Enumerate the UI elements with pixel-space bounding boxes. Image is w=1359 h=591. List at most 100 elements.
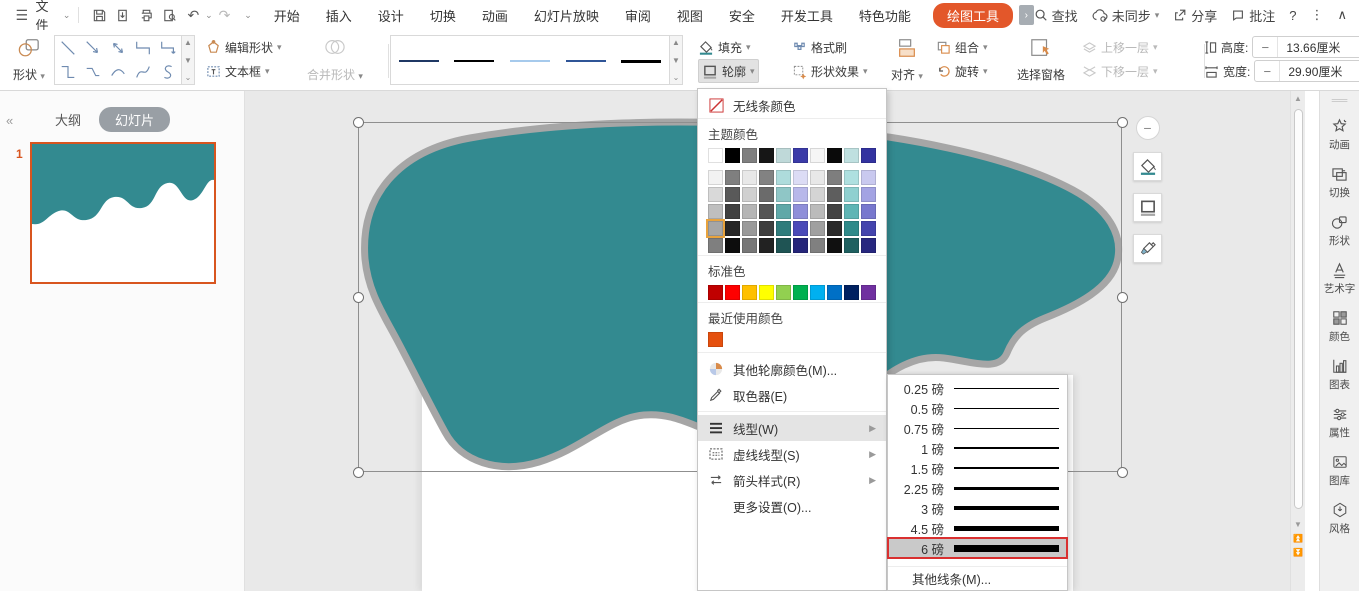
theme-tint-swatch[interactable] [793, 238, 808, 253]
theme-tint-swatch[interactable] [810, 238, 825, 253]
sidebar-item-艺术字[interactable]: 艺术字 [1324, 261, 1355, 296]
menu-tab[interactable]: 动画 [482, 6, 508, 25]
line-style-swatch[interactable] [391, 36, 447, 86]
merge-shapes-button[interactable]: 合并形状 ▾ [300, 35, 370, 85]
theme-tint-swatch[interactable] [827, 187, 842, 202]
theme-tint-swatch[interactable] [708, 170, 723, 185]
theme-tint-swatch[interactable] [827, 204, 842, 219]
line-style-item[interactable]: 线型(W) ▶ [698, 415, 886, 441]
more-settings-item[interactable]: 更多设置(O)... [698, 493, 886, 519]
vertical-scrollbar[interactable]: ▲ ▼ ⏫ ⏬ [1290, 91, 1305, 591]
send-backward-button[interactable]: 下移一层 ▾ [1082, 59, 1158, 83]
redo-icon[interactable]: ↷ [213, 4, 237, 26]
resize-handle-top-right[interactable] [1117, 117, 1128, 128]
connector-double-arrow-icon[interactable] [105, 36, 130, 60]
zigzag-connector-icon[interactable] [80, 60, 105, 84]
standard-color-swatch[interactable] [776, 285, 791, 300]
next-slide-icon[interactable]: ⏬ [1293, 545, 1303, 559]
more-lines-item[interactable]: 其他线条(M)... [888, 566, 1067, 590]
hamburger-icon[interactable]: ☰ [10, 4, 33, 26]
theme-tint-swatch[interactable] [793, 187, 808, 202]
elbow-arrow-connector-icon[interactable] [156, 36, 181, 60]
shape-gallery-scroll[interactable]: ▲ ▼ ⌄ [182, 35, 195, 85]
elbow-connector-icon[interactable] [131, 36, 156, 60]
line-style-swatch[interactable] [558, 36, 614, 86]
theme-color-swatch[interactable] [810, 148, 825, 163]
dash-style-item[interactable]: 虚线线型(S) ▶ [698, 441, 886, 467]
theme-tint-swatch[interactable] [776, 221, 791, 236]
theme-tint-swatch[interactable] [810, 170, 825, 185]
freeform-s-icon[interactable] [156, 60, 181, 84]
theme-tint-swatch[interactable] [742, 204, 757, 219]
resize-handle-top-left[interactable] [353, 117, 364, 128]
quick-outline-button[interactable] [1133, 193, 1162, 222]
arrow-style-item[interactable]: 箭头样式(R) ▶ [698, 467, 886, 493]
shape-effects-button[interactable]: 形状效果 ▾ [792, 59, 868, 83]
theme-tint-swatch[interactable] [793, 221, 808, 236]
sidebar-item-动画[interactable]: 动画 [1324, 117, 1356, 152]
standard-color-swatch[interactable] [827, 285, 842, 300]
standard-color-swatch[interactable] [844, 285, 859, 300]
menu-tab[interactable]: 设计 [378, 6, 404, 25]
theme-tint-swatch[interactable] [810, 187, 825, 202]
resize-handle-bottom-right[interactable] [1117, 467, 1128, 478]
menu-tab[interactable]: 幻灯片放映 [534, 6, 599, 25]
elbow-double-connector-icon[interactable] [55, 60, 80, 84]
resize-handle-bottom-left[interactable] [353, 467, 364, 478]
fill-button[interactable]: 填充 ▾ [698, 35, 759, 59]
shapes-button[interactable]: 形状 ▾ [6, 35, 52, 85]
more-options-icon[interactable]: ⋮ [1311, 7, 1324, 23]
sidebar-item-切换[interactable]: 切换 [1324, 165, 1356, 200]
find-button[interactable]: 查找 [1034, 6, 1078, 25]
width-value[interactable]: 29.90厘米 [1279, 61, 1359, 81]
theme-tint-swatch[interactable] [827, 170, 842, 185]
standard-color-swatch[interactable] [742, 285, 757, 300]
standard-color-swatch[interactable] [793, 285, 808, 300]
theme-tint-swatch[interactable] [861, 204, 876, 219]
help-button[interactable]: ? [1289, 8, 1296, 23]
quickbar-more-icon[interactable]: ⌄ [244, 10, 252, 21]
line-weight-item[interactable]: 0.5 磅 [888, 398, 1067, 418]
sidebar-grip-icon[interactable]: ══ [1332, 91, 1348, 117]
sidebar-item-形状[interactable]: 形状 [1324, 213, 1356, 248]
textbox-button[interactable]: 文本框 ▾ [206, 59, 282, 83]
sidebar-item-图表[interactable]: 图表 [1324, 357, 1356, 392]
align-button[interactable]: 对齐 ▾ [884, 35, 930, 85]
menu-tab[interactable]: 审阅 [625, 6, 651, 25]
resize-handle-middle-left[interactable] [353, 292, 364, 303]
standard-color-swatch[interactable] [725, 285, 740, 300]
theme-tint-swatch[interactable] [793, 204, 808, 219]
theme-tint-swatch[interactable] [742, 170, 757, 185]
sidebar-item-图库[interactable]: 图库 [1324, 453, 1356, 488]
theme-tint-swatch[interactable] [708, 204, 723, 219]
theme-tint-swatch[interactable] [759, 204, 774, 219]
theme-tint-swatch[interactable] [827, 238, 842, 253]
line-weight-item[interactable]: 4.5 磅 [888, 518, 1067, 538]
export-pdf-icon[interactable] [111, 4, 135, 26]
theme-tint-swatch[interactable] [725, 170, 740, 185]
theme-tint-swatch[interactable] [776, 238, 791, 253]
menu-tab[interactable]: 开始 [274, 6, 300, 25]
theme-tint-swatch[interactable] [844, 221, 859, 236]
height-decrease-button[interactable]: − [1253, 40, 1277, 55]
edit-shape-button[interactable]: 编辑形状 ▾ [206, 35, 282, 59]
theme-color-swatch[interactable] [793, 148, 808, 163]
theme-color-swatch[interactable] [827, 148, 842, 163]
theme-tint-swatch[interactable] [759, 170, 774, 185]
standard-color-swatch[interactable] [708, 285, 723, 300]
line-weight-item[interactable]: 1.5 磅 [888, 458, 1067, 478]
theme-tint-swatch[interactable] [861, 187, 876, 202]
sync-status-button[interactable]: 未同步 ▾ [1092, 6, 1159, 25]
line-style-swatch[interactable] [502, 36, 558, 86]
scroll-up-icon[interactable]: ▲ [1294, 91, 1302, 105]
height-value[interactable]: 13.66厘米 [1277, 37, 1359, 57]
standard-color-swatch[interactable] [759, 285, 774, 300]
selection-pane-button[interactable]: 选择窗格 [1010, 35, 1072, 85]
resize-handle-middle-right[interactable] [1117, 292, 1128, 303]
theme-tint-swatch[interactable] [793, 170, 808, 185]
comment-button[interactable]: 批注 [1231, 6, 1275, 25]
theme-tint-swatch[interactable] [861, 170, 876, 185]
menu-tab[interactable]: 视图 [677, 6, 703, 25]
no-line-color-item[interactable]: 无线条颜色 [698, 92, 886, 118]
theme-tint-swatch[interactable] [759, 221, 774, 236]
